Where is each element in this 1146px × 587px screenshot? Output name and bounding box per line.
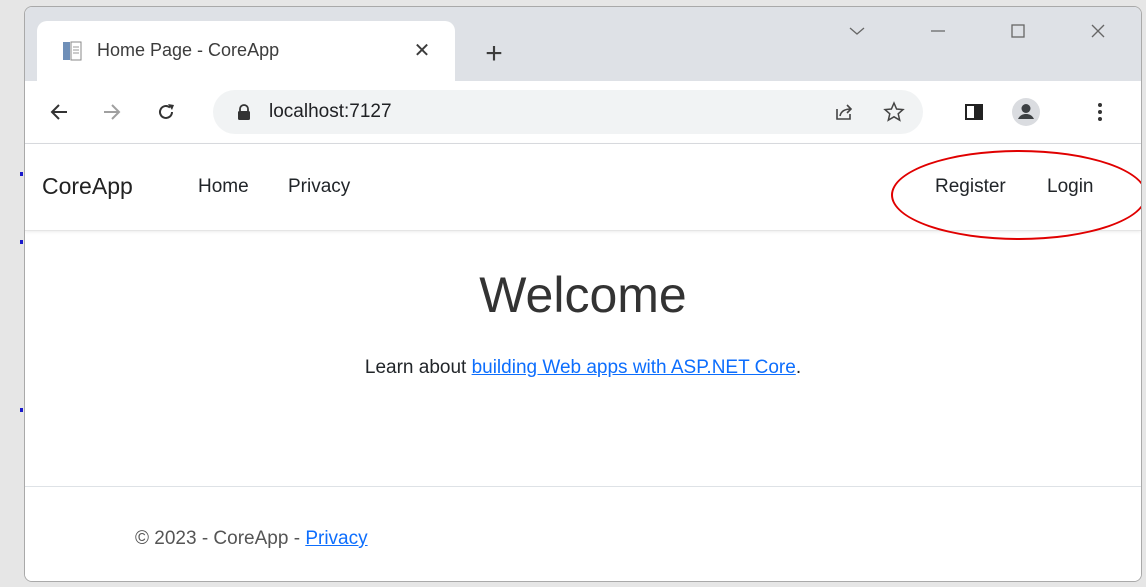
- margin-mark: [20, 240, 23, 244]
- site-navbar: CoreApp Home Privacy Register Login: [25, 144, 1141, 240]
- document-icon: [61, 40, 83, 62]
- page-title: Welcome: [479, 267, 687, 323]
- browser-window: Home Page - CoreApp ✕ + localhost:7127 C…: [24, 6, 1142, 582]
- brand-link[interactable]: CoreApp: [42, 173, 133, 200]
- new-tab-button[interactable]: +: [479, 39, 509, 69]
- arrow-right-icon[interactable]: [95, 95, 129, 129]
- chevron-down-icon[interactable]: [842, 19, 872, 43]
- margin-mark: [20, 408, 23, 412]
- learn-prefix: Learn about: [364, 357, 472, 378]
- url-text[interactable]: localhost:7127: [269, 101, 392, 123]
- annotation-ellipse: [891, 150, 1141, 240]
- minimize-icon[interactable]: [923, 19, 953, 43]
- page-content: CoreApp Home Privacy Register Login Welc…: [25, 144, 1141, 581]
- aspnet-docs-link[interactable]: building Web apps with ASP.NET Core: [472, 357, 796, 378]
- margin-mark: [20, 172, 23, 176]
- footer-copyright: © 2023 - CoreApp -: [135, 528, 306, 549]
- maximize-icon[interactable]: [1003, 19, 1033, 43]
- close-icon[interactable]: ✕: [409, 37, 435, 63]
- star-icon[interactable]: [881, 99, 907, 125]
- nav-link-register[interactable]: Register: [935, 176, 1006, 198]
- nav-link-login[interactable]: Login: [1047, 176, 1094, 198]
- footer: © 2023 - CoreApp - Privacy: [135, 528, 368, 550]
- nav-link-privacy[interactable]: Privacy: [288, 176, 350, 198]
- kebab-menu-icon[interactable]: [1083, 95, 1117, 129]
- footer-divider: [25, 486, 1141, 487]
- lock-icon[interactable]: [235, 103, 253, 121]
- tab-title: Home Page - CoreApp: [97, 40, 280, 60]
- tab-home-page[interactable]: Home Page - CoreApp ✕: [37, 21, 455, 81]
- window-close-icon[interactable]: [1083, 19, 1113, 43]
- nav-link-home[interactable]: Home: [198, 176, 249, 198]
- browser-toolbar: localhost:7127: [25, 81, 1141, 144]
- learn-suffix: .: [795, 357, 802, 378]
- learn-text: Learn about building Web apps with ASP.N…: [25, 357, 1141, 379]
- footer-privacy-link[interactable]: Privacy: [305, 528, 367, 549]
- tab-strip: Home Page - CoreApp ✕ +: [25, 7, 1141, 81]
- share-icon[interactable]: [831, 99, 857, 125]
- side-panel-icon[interactable]: [957, 95, 991, 129]
- reload-icon[interactable]: [149, 95, 183, 129]
- profile-icon[interactable]: [1009, 95, 1043, 129]
- address-bar[interactable]: localhost:7127: [213, 90, 923, 134]
- arrow-left-icon[interactable]: [42, 95, 76, 129]
